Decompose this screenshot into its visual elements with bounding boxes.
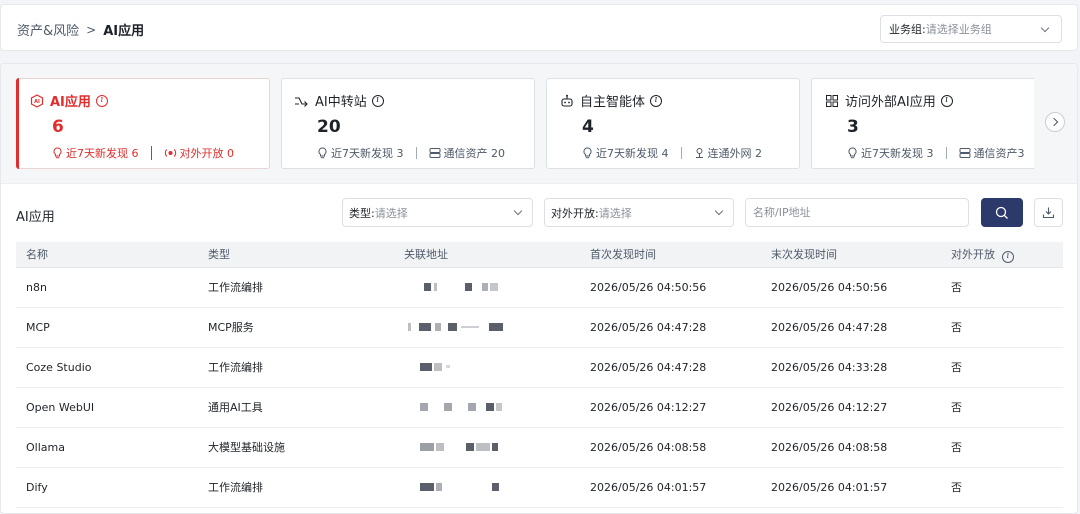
breadcrumb-parent[interactable]: 资产&风险 [17, 20, 79, 39]
main-panel: AI AI应用 i 6 近7天新发现 6 对外开放 0 AI中转站 i 20 近… [0, 63, 1078, 514]
card-stat-comm[interactable]: 通信资产3 [959, 145, 1025, 161]
card-stats: 近7天新发现 6 对外开放 0 [52, 145, 234, 161]
table-row[interactable]: Open WebUI 通用AI工具 2026/05/26 04:12:27 20… [16, 387, 1063, 428]
breadcrumb: 资产&风险 > AI应用 [17, 20, 145, 40]
redacted-address [394, 467, 580, 508]
card-stats: 近7天新发现 4 连通外网 2 [582, 145, 762, 161]
card-external-ai-apps[interactable]: 访问外部AI应用 i 3 近7天新发现 3 通信资产3 [811, 78, 1065, 169]
card-title: AI中转站 i [294, 91, 384, 110]
card-stat-comm[interactable]: 通信资产 20 [429, 145, 505, 161]
card-stat-internet[interactable]: 连通外网 2 [694, 145, 762, 161]
table-row[interactable]: Ollama 大模型基础设施 2026/05/26 04:08:58 2026/… [16, 427, 1063, 468]
card-autonomous-agent[interactable]: 自主智能体 i 4 近7天新发现 4 连通外网 2 [546, 78, 800, 169]
redacted-address [394, 387, 580, 428]
download-icon [1042, 207, 1055, 219]
lightbulb-icon [318, 147, 327, 159]
stat-divider [415, 147, 417, 159]
card-title: AI AI应用 i [29, 91, 108, 110]
server-icon [429, 148, 440, 158]
table-row[interactable]: n8n 工作流编排 2026/05/26 04:50:56 2026/05/26… [16, 267, 1063, 308]
redacted-address [394, 427, 580, 468]
breadcrumb-current: AI应用 [103, 24, 145, 39]
server-icon [959, 148, 970, 158]
table-header-row: 名称 类型 关联地址 首次发现时间 末次发现时间 对外开放 i [16, 242, 1063, 268]
col-address: 关联地址 [394, 242, 580, 268]
ai-shield-icon: AI [29, 93, 44, 108]
business-group-placeholder: 请选择业务组 [925, 23, 992, 36]
stat-divider [680, 147, 682, 159]
list-title: AI应用 [16, 210, 55, 225]
card-stat-exposed[interactable]: 对外开放 0 [164, 145, 234, 161]
apps-grid-icon [824, 93, 839, 108]
col-type: 类型 [198, 242, 394, 268]
pin-icon [695, 148, 703, 158]
svg-text:AI: AI [34, 99, 40, 105]
chevron-down-icon [513, 206, 523, 216]
agent-icon [559, 93, 574, 108]
relay-arrow-icon [294, 93, 309, 108]
col-name: 名称 [16, 242, 198, 268]
search-input[interactable] [745, 198, 969, 227]
info-icon[interactable]: i [371, 94, 384, 107]
business-group-select[interactable]: 业务组: 请选择业务组 [880, 15, 1062, 43]
col-first-seen: 首次发现时间 [580, 242, 761, 268]
info-icon[interactable]: i [1002, 250, 1014, 263]
info-icon[interactable]: i [940, 94, 953, 107]
card-title: 自主智能体 i [559, 91, 663, 110]
search-button[interactable] [981, 198, 1023, 227]
ai-apps-table: 名称 类型 关联地址 首次发现时间 末次发现时间 对外开放 i n8n 工作流编排… [16, 242, 1063, 508]
info-icon[interactable]: i [95, 94, 108, 107]
broadcast-icon [164, 149, 176, 157]
top-header: 资产&风险 > AI应用 业务组: 请选择业务组 [0, 4, 1078, 51]
lightbulb-icon [583, 147, 592, 159]
chevron-down-icon [1040, 23, 1050, 33]
card-stat-new[interactable]: 近7天新发现 3 [847, 145, 934, 161]
card-title: 访问外部AI应用 i [824, 91, 953, 110]
card-ai-relay[interactable]: AI中转站 i 20 近7天新发现 3 通信资产 20 [281, 78, 535, 169]
download-button[interactable] [1034, 198, 1063, 227]
card-count: 6 [52, 117, 64, 137]
breadcrumb-separator: > [86, 22, 97, 37]
cards-next-button[interactable] [1034, 64, 1077, 183]
card-stat-new[interactable]: 近7天新发现 4 [582, 145, 669, 161]
stat-divider [150, 146, 152, 160]
table-row[interactable]: MCP MCP服务 2026/05/26 04:47:28 2026/05/26… [16, 307, 1063, 348]
exposure-filter-select[interactable]: 对外开放: 请选择 [544, 198, 734, 227]
card-stats: 近7天新发现 3 通信资产 20 [317, 145, 505, 161]
summary-cards: AI AI应用 i 6 近7天新发现 6 对外开放 0 AI中转站 i 20 近… [1, 64, 1077, 184]
stat-divider [945, 147, 947, 159]
info-icon[interactable]: i [650, 94, 663, 107]
card-stat-new[interactable]: 近7天新发现 3 [317, 145, 404, 161]
redacted-address [394, 347, 580, 388]
table-row[interactable]: Coze Studio 工作流编排 2026/05/26 04:47:28 20… [16, 347, 1063, 388]
redacted-address [394, 267, 580, 308]
type-filter-select[interactable]: 类型: 请选择 [342, 198, 533, 227]
card-count: 20 [317, 117, 341, 137]
col-last-seen: 末次发现时间 [761, 242, 941, 268]
chevron-down-icon [714, 206, 724, 216]
search-icon [995, 206, 1008, 219]
chevron-right-icon[interactable] [1045, 112, 1065, 132]
lightbulb-icon [53, 147, 62, 159]
business-group-label: 业务组: [889, 23, 926, 36]
table-row[interactable]: Dify 工作流编排 2026/05/26 04:01:57 2026/05/2… [16, 467, 1063, 508]
col-exposed: 对外开放 i [941, 242, 1063, 268]
card-ai-apps[interactable]: AI AI应用 i 6 近7天新发现 6 对外开放 0 [16, 78, 270, 169]
card-stats: 近7天新发现 3 通信资产3 [847, 145, 1025, 161]
card-count: 4 [582, 117, 594, 137]
redacted-address [394, 307, 580, 348]
card-stat-new[interactable]: 近7天新发现 6 [52, 145, 139, 161]
card-count: 3 [847, 117, 859, 137]
lightbulb-icon [848, 147, 857, 159]
